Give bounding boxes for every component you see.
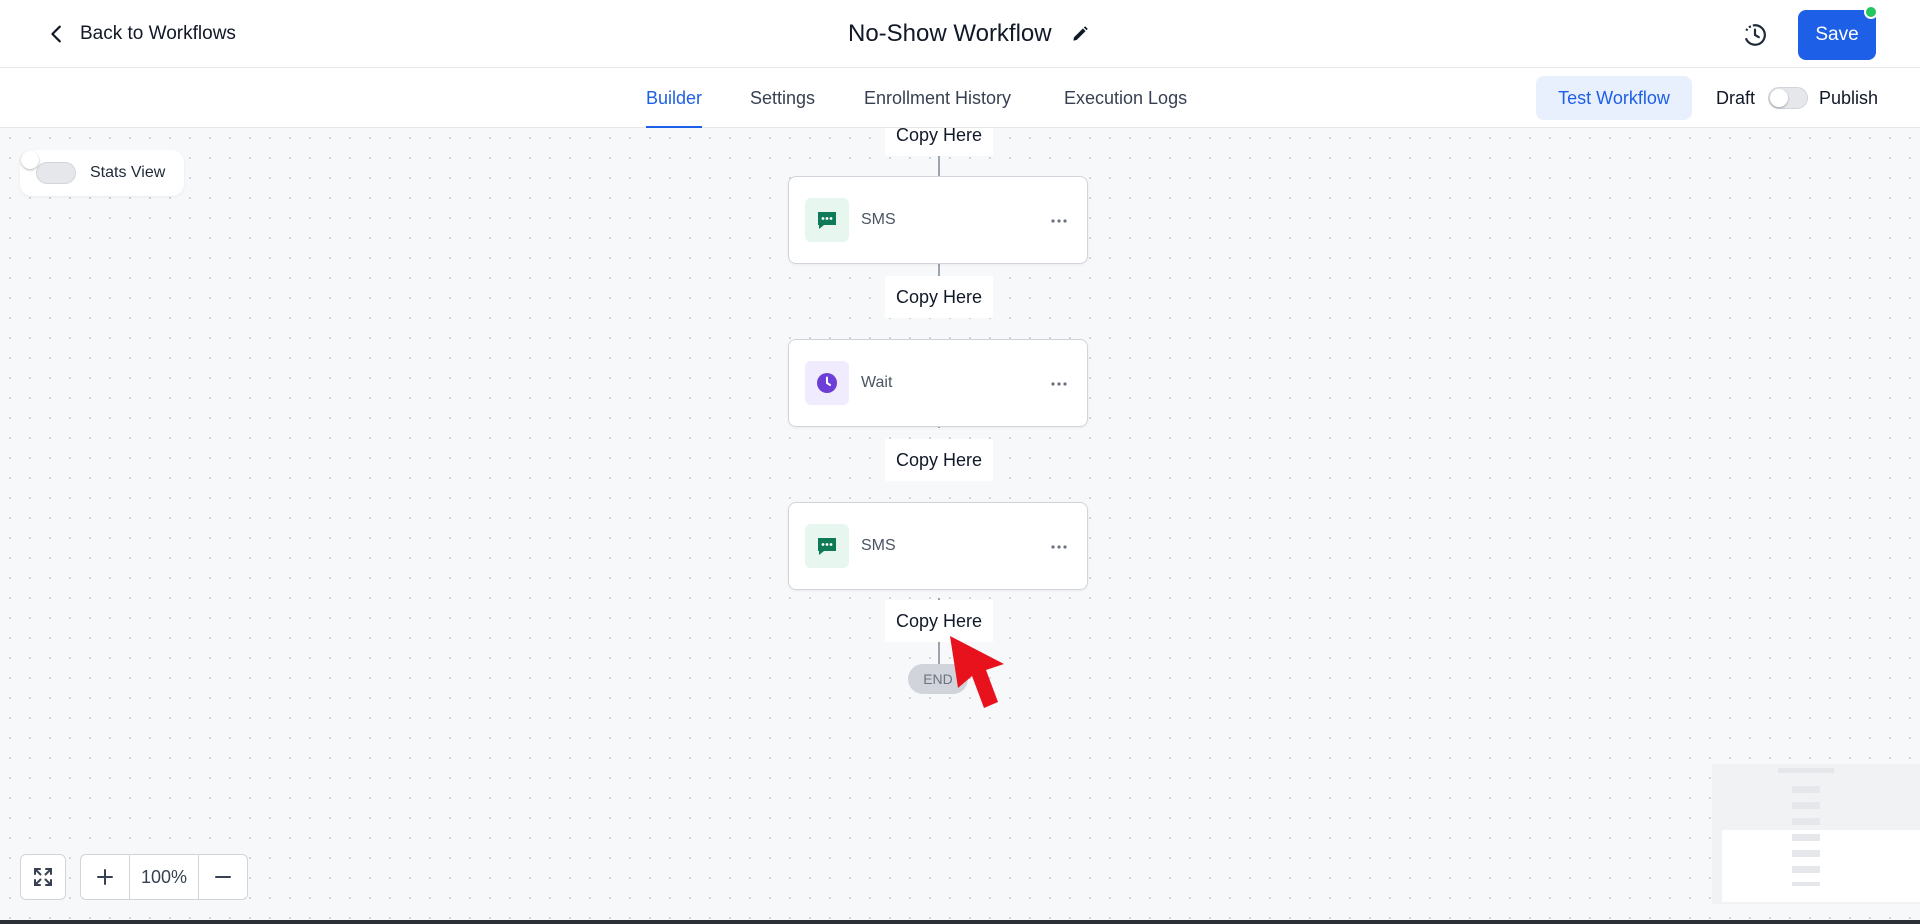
zoom-level: 100% (129, 855, 199, 899)
window-bottom-edge (0, 920, 1920, 924)
copy-here-slot[interactable]: Copy Here (885, 276, 993, 318)
minimap-node (1792, 818, 1820, 825)
workflow-node-wait[interactable]: Wait (788, 339, 1088, 427)
workflow-canvas[interactable]: Stats View Copy Here SMS Copy Here Wait … (0, 128, 1920, 924)
back-label: Back to Workflows (80, 23, 236, 44)
pencil-icon[interactable] (1070, 24, 1090, 44)
more-horizontal-icon (1051, 219, 1067, 223)
minimap-node (1792, 834, 1820, 841)
node-menu-button[interactable] (1045, 207, 1073, 235)
clock-icon (817, 373, 837, 393)
node-label: SMS (861, 537, 896, 554)
minimap-viewport (1722, 830, 1920, 902)
top-bar: Back to Workflows No-Show Workflow Save (0, 0, 1920, 68)
minimap-node (1792, 850, 1820, 857)
chevron-left-icon (51, 25, 61, 43)
tab-execution-logs[interactable]: Execution Logs (1064, 68, 1187, 128)
zoom-in-button[interactable] (81, 855, 129, 899)
node-menu-button[interactable] (1045, 370, 1073, 398)
zoom-controls: 100% (80, 854, 248, 900)
stats-view-label: Stats View (90, 164, 166, 181)
tab-builder[interactable]: Builder (646, 68, 703, 128)
publish-label: Publish (1819, 87, 1879, 108)
sms-icon-box (805, 524, 849, 568)
draft-label: Draft (1716, 87, 1756, 108)
minimap-node (1792, 802, 1820, 809)
node-menu-button[interactable] (1045, 533, 1073, 561)
workflow-tabs-bar: Builder Settings Enrollment History Exec… (0, 68, 1920, 128)
history-icon (1744, 24, 1766, 46)
publish-toggle[interactable] (1768, 87, 1808, 109)
zoom-out-button[interactable] (199, 855, 247, 899)
page-title: No-Show Workflow (848, 20, 1052, 47)
tab-settings[interactable]: Settings (750, 68, 815, 128)
node-label: SMS (861, 211, 896, 228)
workflow-node-sms[interactable]: SMS (788, 176, 1088, 264)
minimap-node (1792, 882, 1820, 886)
copy-here-slot[interactable]: Copy Here (885, 439, 993, 481)
sms-icon (818, 212, 836, 229)
toggle-knob (1770, 89, 1788, 107)
unsaved-status-dot (1864, 5, 1878, 19)
more-horizontal-icon (1051, 382, 1067, 386)
workflow-title-area: No-Show Workflow (848, 14, 1090, 54)
workflow-node-sms[interactable]: SMS (788, 502, 1088, 590)
node-label: Wait (861, 374, 893, 391)
minus-icon (215, 876, 231, 878)
expand-icon (34, 868, 52, 886)
wait-icon-box (805, 361, 849, 405)
minimap-node (1778, 768, 1834, 773)
back-to-workflows-link[interactable]: Back to Workflows (46, 18, 236, 50)
fit-view-button[interactable] (20, 854, 66, 900)
minimap-node (1792, 866, 1820, 873)
save-button[interactable]: Save (1798, 10, 1876, 60)
version-history-button[interactable] (1738, 18, 1772, 52)
stats-view-control: Stats View (20, 150, 184, 196)
tab-enrollment-history[interactable]: Enrollment History (864, 68, 1011, 128)
stats-view-toggle[interactable] (21, 151, 76, 184)
test-workflow-button[interactable]: Test Workflow (1536, 76, 1692, 120)
plus-icon (97, 869, 113, 885)
toggle-knob (21, 151, 39, 169)
red-arrow-pointer-icon (950, 636, 1004, 708)
copy-here-slot[interactable]: Copy Here (885, 128, 993, 156)
sms-icon-box (805, 198, 849, 242)
more-horizontal-icon (1051, 545, 1067, 549)
sms-icon (818, 538, 836, 555)
minimap[interactable] (1712, 764, 1920, 904)
minimap-node (1792, 786, 1820, 793)
